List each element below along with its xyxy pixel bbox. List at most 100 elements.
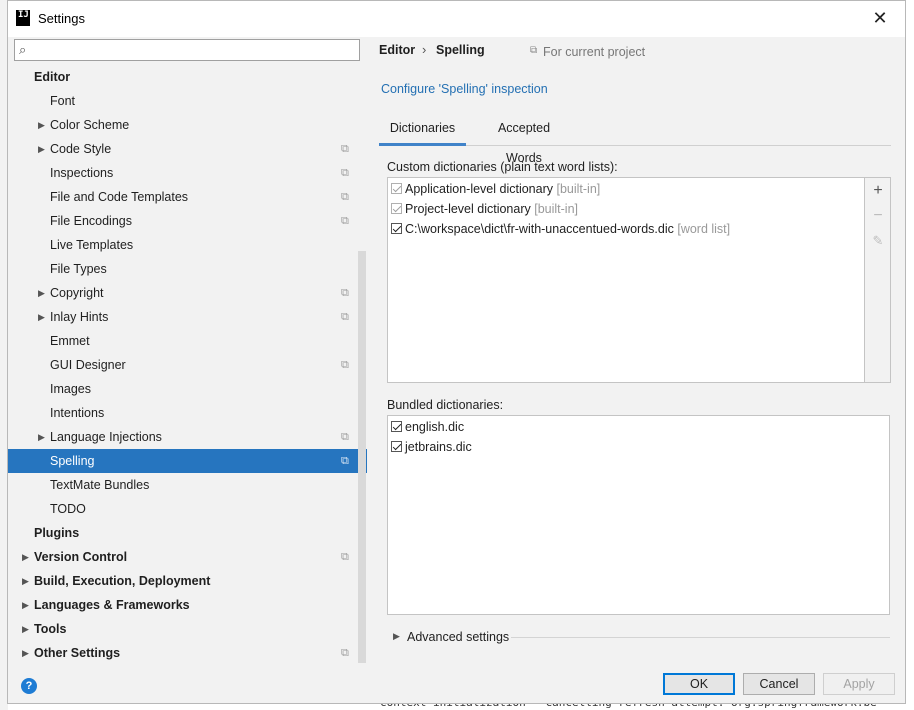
chevron-right-icon[interactable]: ▶ [38, 305, 45, 329]
project-scope-label: For current project [543, 45, 646, 59]
tree-item-font[interactable]: Font [8, 89, 367, 113]
tree-item-editor[interactable]: Editor [8, 65, 367, 89]
tree-item-label: Build, Execution, Deployment [34, 574, 211, 588]
tree-item-label: Live Templates [50, 238, 134, 252]
tree-item-file-encodings[interactable]: File Encodings ⧉ [8, 209, 367, 233]
tree-item-code-style[interactable]: ▶ Code Style ⧉ [8, 137, 367, 161]
chevron-right-icon[interactable]: ▶ [22, 641, 29, 665]
checkbox[interactable] [391, 223, 402, 234]
project-scope-icon: ⧉ [530, 45, 538, 56]
tree-item-emmet[interactable]: Emmet [8, 329, 367, 353]
tree-item-label: Plugins [34, 526, 80, 540]
settings-tree-panel: ⌕ Editor Font ▶ Color Scheme ▶ Code Style ⧉ Ins… [8, 37, 367, 699]
project-scope-icon: ⧉ [341, 647, 349, 659]
tree-item-label: Emmet [50, 334, 90, 348]
dictionary-name: english.dic [405, 420, 465, 434]
tree-item-label: Code Style [50, 142, 112, 156]
chevron-right-icon[interactable]: ▶ [22, 569, 29, 593]
tree-item-build-execution-deployment[interactable]: ▶ Build, Execution, Deployment [8, 569, 367, 593]
chevron-right-icon[interactable]: ▶ [38, 425, 45, 449]
project-scope-icon: ⧉ [341, 167, 349, 179]
intellij-logo-icon: IJ _ [16, 10, 30, 28]
breadcrumb-parent[interactable]: Editor [379, 43, 415, 57]
remove-dictionary-button[interactable]: − [868, 206, 888, 226]
tree-item-label: Spelling [50, 454, 95, 468]
project-scope-icon: ⧉ [341, 311, 349, 323]
tree-item-spelling[interactable]: Spelling ⧉ [8, 449, 367, 473]
tree-item-language-injections[interactable]: ▶ Language Injections ⧉ [8, 425, 367, 449]
checkbox[interactable] [391, 203, 402, 214]
tree-item-images[interactable]: Images [8, 377, 367, 401]
chevron-right-icon[interactable]: ▶ [38, 113, 45, 137]
bundled-dictionaries-label: Bundled dictionaries: [387, 398, 504, 412]
checkbox[interactable] [391, 421, 402, 432]
tree-item-plugins[interactable]: Plugins [8, 521, 367, 545]
tree-item-tools[interactable]: ▶ Tools [8, 617, 367, 641]
tree-item-label: File Encodings [50, 214, 132, 228]
tree-item-label: TODO [50, 502, 86, 516]
advanced-settings-toggle[interactable]: Advanced settings [407, 630, 509, 644]
page-title: Spelling [436, 43, 485, 57]
tree-item-textmate-bundles[interactable]: TextMate Bundles [8, 473, 367, 497]
tree-item-other-settings[interactable]: ▶ Other Settings ⧉ [8, 641, 367, 665]
tree-item-todo[interactable]: TODO [8, 497, 367, 521]
chevron-right-icon[interactable]: ▶ [38, 137, 45, 161]
custom-dictionaries-toolbar: + − ✎ [865, 177, 891, 383]
cancel-button[interactable]: Cancel [743, 673, 815, 695]
dictionary-tag: [built-in] [556, 182, 601, 196]
close-button[interactable]: ✕ [868, 7, 892, 31]
tree-item-color-scheme[interactable]: ▶ Color Scheme [8, 113, 367, 137]
tree-item-label: Font [50, 94, 76, 108]
tree-item-copyright[interactable]: ▶ Copyright ⧉ [8, 281, 367, 305]
chevron-right-icon[interactable]: ▶ [38, 281, 45, 305]
dictionary-name: jetbrains.dic [405, 440, 472, 454]
tree-item-label: Version Control [34, 550, 128, 564]
chevron-right-icon[interactable]: ▶ [393, 631, 400, 642]
checkbox[interactable] [391, 441, 402, 452]
tree-scrollbar[interactable] [358, 251, 366, 699]
divider [511, 637, 890, 638]
project-scope-icon: ⧉ [341, 359, 349, 371]
title-bar: IJ _ Settings ✕ [8, 1, 905, 37]
tree-item-label: Copyright [50, 286, 104, 300]
dictionary-name: Project-level dictionary [405, 202, 531, 216]
tree-item-live-templates[interactable]: Live Templates [8, 233, 367, 257]
edit-dictionary-button[interactable]: ✎ [868, 231, 888, 251]
checkbox[interactable] [391, 183, 402, 194]
tab-dictionaries[interactable]: Dictionaries [379, 113, 466, 146]
project-scope-icon: ⧉ [341, 215, 349, 227]
tree-item-gui-designer[interactable]: GUI Designer ⧉ [8, 353, 367, 377]
chevron-right-icon[interactable]: ▶ [22, 545, 29, 569]
project-scope-icon: ⧉ [341, 455, 349, 467]
tree-item-version-control[interactable]: ▶ Version Control ⧉ [8, 545, 367, 569]
bundled-dictionaries-list: english.dic jetbrains.dic [387, 415, 890, 615]
tree-item-label: Inspections [50, 166, 114, 180]
tab-accepted-words[interactable]: Accepted Words [479, 113, 569, 165]
add-dictionary-button[interactable]: + [868, 181, 888, 201]
configure-inspection-link[interactable]: Configure 'Spelling' inspection [381, 82, 548, 96]
dictionary-tag: [built-in] [534, 202, 579, 216]
tree-item-intentions[interactable]: Intentions [8, 401, 367, 425]
chevron-right-icon[interactable]: ▶ [22, 617, 29, 641]
search-icon: ⌕ [19, 42, 27, 57]
tree-item-label: File and Code Templates [50, 190, 189, 204]
project-scope-icon: ⧉ [341, 191, 349, 203]
apply-button[interactable]: Apply [823, 673, 895, 695]
tree-item-inspections[interactable]: Inspections ⧉ [8, 161, 367, 185]
tree-item-label: Other Settings [34, 646, 121, 660]
dictionary-name: Application-level dictionary [405, 182, 553, 196]
tree-item-file-and-code-templates[interactable]: File and Code Templates ⧉ [8, 185, 367, 209]
help-button[interactable]: ? [21, 678, 37, 694]
project-scope-icon: ⧉ [341, 287, 349, 299]
tree-item-inlay-hints[interactable]: ▶ Inlay Hints ⧉ [8, 305, 367, 329]
ok-button[interactable]: OK [663, 673, 735, 695]
tree-item-file-types[interactable]: File Types [8, 257, 367, 281]
window-title: Settings [38, 11, 85, 26]
background-ide-right [906, 0, 914, 710]
tree-item-label: Editor [34, 70, 71, 84]
tree-item-label: Inlay Hints [50, 310, 109, 324]
tree-item-label: Tools [34, 622, 67, 636]
tree-item-languages-frameworks[interactable]: ▶ Languages & Frameworks [8, 593, 367, 617]
chevron-right-icon[interactable]: ▶ [22, 593, 29, 617]
search-input[interactable]: ⌕ [14, 39, 360, 61]
